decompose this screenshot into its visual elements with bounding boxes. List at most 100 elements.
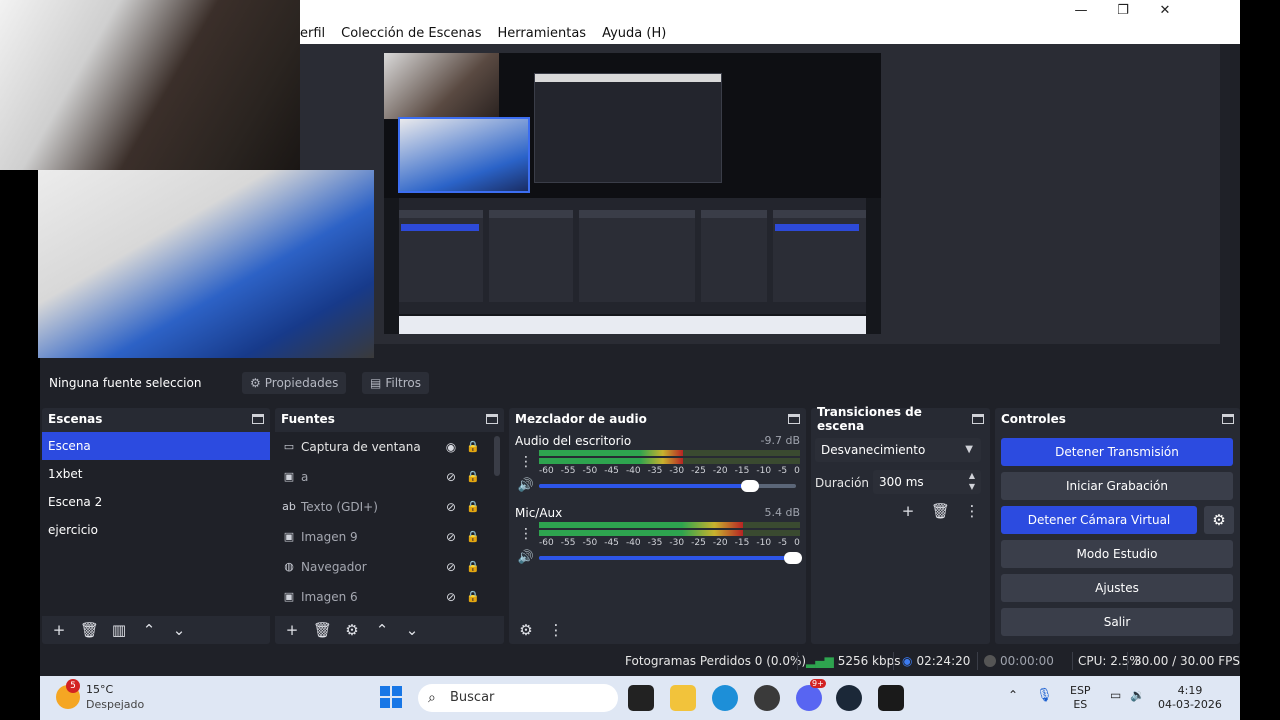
undock-icon[interactable] bbox=[788, 414, 800, 424]
minimize-button[interactable]: — bbox=[1060, 2, 1102, 20]
source-item[interactable]: ▭ Captura de ventana ◉ 🔒 bbox=[275, 432, 504, 462]
meter-tick-label: -45 bbox=[604, 538, 619, 548]
lock-icon[interactable]: 🔒 bbox=[466, 440, 480, 454]
virtual-camera-settings-button[interactable]: ⚙ bbox=[1204, 506, 1234, 534]
undock-icon[interactable] bbox=[252, 414, 264, 424]
eye-icon[interactable]: ◉ bbox=[444, 440, 458, 454]
add-icon[interactable]: + bbox=[899, 502, 917, 520]
eye-hidden-icon[interactable]: ⊘ bbox=[444, 560, 458, 574]
taskbar-search[interactable]: ⌕ Buscar bbox=[418, 684, 618, 712]
source-item[interactable]: ab Texto (GDI+) ⊘ 🔒 bbox=[275, 492, 504, 522]
gear-icon: ⚙ bbox=[1212, 511, 1226, 529]
chevron-up-icon[interactable]: ⌃ bbox=[140, 621, 158, 639]
obs-icon[interactable] bbox=[754, 685, 780, 711]
speaker-icon[interactable]: 🔊 bbox=[517, 550, 535, 565]
volume-slider[interactable] bbox=[539, 480, 796, 492]
edge-icon[interactable] bbox=[712, 685, 738, 711]
more-icon[interactable]: ⋮ bbox=[517, 454, 535, 470]
source-item[interactable]: ▣ Imagen 9 ⊘ 🔒 bbox=[275, 522, 504, 552]
meter-ticks: -60 -55 -50 -45 -40 -35 -30 -25 -20 -15 -10 -5 0 bbox=[539, 466, 800, 476]
preview-canvas[interactable] bbox=[384, 53, 881, 334]
trash-icon[interactable]: 🗑 bbox=[313, 621, 332, 639]
trash-icon[interactable]: 🗑 bbox=[931, 502, 950, 520]
studio-mode-button[interactable]: Modo Estudio bbox=[1001, 540, 1233, 568]
windows-start-icon[interactable] bbox=[380, 686, 402, 708]
duration-field[interactable]: 300 ms ▲ ▼ bbox=[873, 470, 981, 494]
gear-icon[interactable]: ⚙ bbox=[343, 621, 361, 639]
scene-item[interactable]: 1xbet bbox=[42, 460, 270, 488]
microphone-icon[interactable]: 🎙 bbox=[1036, 688, 1053, 703]
speaker-icon[interactable]: 🔊 bbox=[517, 478, 535, 493]
lock-icon[interactable]: 🔒 bbox=[466, 470, 480, 484]
slider-handle[interactable] bbox=[740, 480, 759, 492]
more-icon[interactable]: ⋮ bbox=[517, 526, 535, 542]
task-view-icon[interactable] bbox=[628, 685, 654, 711]
chevron-down-icon[interactable]: ⌄ bbox=[170, 621, 188, 639]
advanced-audio-icon[interactable]: ⚙ bbox=[517, 621, 535, 639]
undock-icon[interactable] bbox=[1222, 414, 1234, 424]
discord-icon[interactable]: 9+ bbox=[796, 679, 826, 711]
volume-icon[interactable]: 🔉 bbox=[1130, 688, 1145, 702]
menu-scene-collection[interactable]: Colección de Escenas bbox=[333, 26, 489, 41]
undock-icon[interactable] bbox=[486, 414, 498, 424]
duration-stepper[interactable]: ▲ ▼ bbox=[965, 470, 979, 492]
properties-button[interactable]: ⚙ Propiedades bbox=[242, 372, 347, 394]
duration-value: 300 ms bbox=[879, 475, 924, 489]
transitions-title: Transiciones de escena bbox=[817, 405, 922, 433]
chevron-down-icon[interactable]: ⌄ bbox=[403, 621, 421, 639]
trash-icon[interactable]: 🗑 bbox=[80, 621, 99, 639]
source-item[interactable]: ▣ Imagen 6 ⊘ 🔒 bbox=[275, 582, 504, 612]
chevron-up-icon[interactable]: ⌃ bbox=[1008, 688, 1018, 702]
settings-button[interactable]: Ajustes bbox=[1001, 574, 1233, 602]
lock-icon[interactable]: 🔒 bbox=[466, 590, 480, 604]
eye-hidden-icon[interactable]: ⊘ bbox=[444, 530, 458, 544]
file-explorer-icon[interactable] bbox=[670, 685, 696, 711]
source-name: Texto (GDI+) bbox=[301, 500, 378, 514]
filter-icon[interactable]: ▥ bbox=[110, 621, 128, 639]
eye-hidden-icon[interactable]: ⊘ bbox=[444, 470, 458, 484]
close-button[interactable]: ✕ bbox=[1144, 2, 1186, 20]
weather-widget[interactable]: 5 15°C Despejado bbox=[56, 679, 144, 712]
more-icon[interactable]: ⋮ bbox=[963, 502, 981, 520]
menu-tools[interactable]: Herramientas bbox=[490, 26, 595, 41]
epic-games-icon[interactable] bbox=[878, 685, 904, 711]
eye-hidden-icon[interactable]: ⊘ bbox=[444, 590, 458, 604]
clock[interactable]: 4:19 04-03-2026 bbox=[1158, 684, 1222, 712]
more-icon[interactable]: ⋮ bbox=[547, 621, 565, 639]
start-recording-button[interactable]: Iniciar Grabación bbox=[1001, 472, 1233, 500]
lock-icon[interactable]: 🔒 bbox=[466, 530, 480, 544]
lock-icon[interactable]: 🔒 bbox=[466, 500, 480, 514]
add-icon[interactable]: + bbox=[50, 621, 68, 639]
stop-streaming-button[interactable]: Detener Transmisión bbox=[1001, 438, 1233, 466]
stop-virtual-camera-button[interactable]: Detener Cámara Virtual bbox=[1001, 506, 1197, 534]
scene-item[interactable]: ejercicio bbox=[42, 516, 270, 544]
meter-tick-label: -40 bbox=[625, 538, 641, 548]
source-item[interactable]: ◍ Navegador ⊘ 🔒 bbox=[275, 552, 504, 582]
undock-icon[interactable] bbox=[972, 414, 984, 424]
text-icon: ab bbox=[282, 500, 296, 513]
live-time-value: 02:24:20 bbox=[916, 654, 971, 668]
meter-tick-label: 0 bbox=[794, 538, 800, 548]
menu-help[interactable]: Ayuda (H) bbox=[594, 26, 674, 41]
slider-handle[interactable] bbox=[784, 552, 803, 564]
scene-item[interactable]: Escena 2 bbox=[42, 488, 270, 516]
meter-tick-label: -25 bbox=[691, 466, 706, 476]
steam-icon[interactable] bbox=[836, 685, 862, 711]
scene-item[interactable]: Escena bbox=[42, 432, 270, 460]
source-item[interactable]: ▣ a ⊘ 🔒 bbox=[275, 462, 504, 492]
lock-icon[interactable]: 🔒 bbox=[466, 560, 480, 574]
exit-button[interactable]: Salir bbox=[1001, 608, 1233, 636]
eye-hidden-icon[interactable]: ⊘ bbox=[444, 500, 458, 514]
maximize-button[interactable]: ❐ bbox=[1102, 2, 1144, 20]
bitrate: ▂▄▆ 5256 kbps bbox=[806, 654, 900, 668]
meter-tick-label: -60 bbox=[539, 466, 554, 476]
transition-select[interactable]: Desvanecimiento ▼ bbox=[815, 438, 981, 462]
menu-perfil[interactable]: erfil bbox=[300, 26, 333, 41]
cpu-usage: CPU: 2.5% bbox=[1078, 654, 1141, 668]
network-icon[interactable]: ▭ bbox=[1110, 688, 1121, 702]
filters-button[interactable]: ▤ Filtros bbox=[362, 372, 430, 394]
chevron-up-icon[interactable]: ⌃ bbox=[373, 621, 391, 639]
language-indicator[interactable]: ESP ES bbox=[1070, 684, 1091, 712]
volume-slider[interactable] bbox=[539, 552, 803, 564]
add-icon[interactable]: + bbox=[283, 621, 301, 639]
